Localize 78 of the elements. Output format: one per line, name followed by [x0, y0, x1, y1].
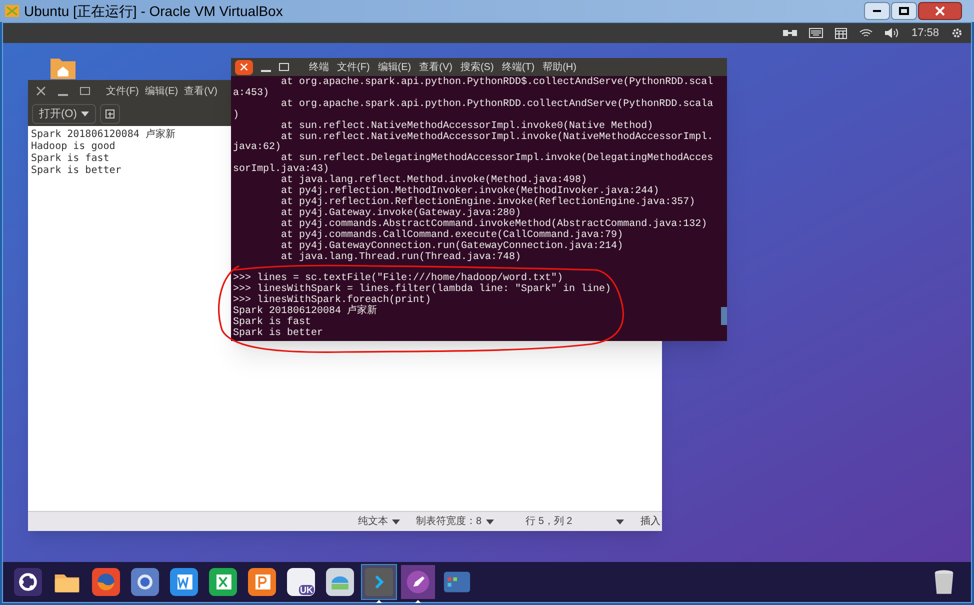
- keyboard-icon[interactable]: [809, 28, 824, 38]
- terminal-line: at sun.reflect.NativeMethodAccessorImpl.invoke(NativeMethodAccessorImpl.: [280, 132, 714, 144]
- tab-width-dropdown[interactable]: 制表符宽度：8: [416, 514, 494, 529]
- terminal-line: at py4j.GatewayConnection.run(GatewayConnection.java:214): [280, 242, 624, 252]
- new-document-icon: [104, 109, 115, 119]
- text-line: Spark is better: [31, 165, 122, 177]
- terminal-line: at org.apache.spark.api.python.PythonRDD.collectAndServe(PythonRDD.scala: [280, 100, 714, 111]
- terminal-line: Spark is fast: [233, 318, 312, 328]
- spreadsheet-x-icon[interactable]: [209, 568, 237, 596]
- terminal-line: at java.lang.reflect.Method.invoke(Method.java:498): [280, 176, 588, 186]
- terminal-line: a:453): [233, 88, 270, 100]
- terminal-line: >>> linesWithSpark = lines.filter(lambda line: "Spark" in line): [233, 285, 612, 296]
- running-indicator: [415, 600, 421, 603]
- cursor-position: 行 5，列 2: [526, 515, 572, 529]
- text-line: Spark is fast: [31, 153, 110, 165]
- slides-p-icon[interactable]: [248, 568, 276, 596]
- menu-item[interactable]: 编辑(E): [378, 60, 412, 74]
- shopping-bag-icon[interactable]: UK: [287, 568, 315, 596]
- terminal-line: at py4j.reflection.MethodInvoker.invoke(MethodInvoker.java:244): [280, 187, 660, 198]
- menu-item[interactable]: 终端(T): [502, 60, 535, 74]
- wifi-icon[interactable]: [859, 28, 874, 38]
- caret-icon: [80, 111, 89, 117]
- caret-icon: [392, 518, 400, 524]
- scanner-icon[interactable]: [326, 568, 354, 596]
- menu-item[interactable]: 查看(V): [184, 84, 218, 98]
- window-title: Ubuntu [正在运行] - Oracle VM VirtualBox: [24, 2, 283, 21]
- close-icon: [935, 6, 945, 16]
- icon-label: UK: [299, 585, 314, 595]
- clock[interactable]: 17:58: [911, 24, 939, 42]
- maximize-icon[interactable]: [80, 87, 90, 95]
- close-button[interactable]: [918, 2, 962, 20]
- menu-item[interactable]: 查看(V): [419, 60, 452, 74]
- terminal-line: ): [233, 110, 240, 122]
- ubuntu-logo-icon[interactable]: [14, 568, 42, 596]
- calendar-icon[interactable]: [835, 27, 848, 39]
- close-icon: [240, 63, 248, 71]
- pencil-icon[interactable]: [404, 568, 432, 596]
- menu-item[interactable]: 文件(F): [337, 60, 370, 74]
- minimize-button[interactable]: [864, 2, 890, 20]
- text-line: Hadoop is good: [31, 141, 116, 153]
- menu-item[interactable]: 文件(F): [106, 84, 139, 98]
- text-line: Spark 201806120084 卢家新: [31, 129, 176, 141]
- menu-item[interactable]: 搜索(S): [460, 60, 494, 74]
- menu-item[interactable]: 编辑(E): [144, 84, 178, 98]
- trash-icon[interactable]: [933, 568, 955, 596]
- open-button[interactable]: 打开(O): [32, 104, 96, 124]
- terminal-line: at py4j.reflection.ReflectionEngine.invoke(ReflectionEngine.java:357): [280, 198, 696, 208]
- terminal-line: Spark is better: [233, 328, 324, 340]
- caret-icon: [616, 518, 624, 524]
- volume-icon[interactable]: [885, 28, 900, 38]
- settings-icon[interactable]: [951, 27, 963, 39]
- firefox-icon[interactable]: [92, 568, 120, 596]
- insert-mode: 插入: [640, 514, 660, 529]
- scrollbar-thumb[interactable]: [721, 307, 727, 325]
- menu-item[interactable]: 帮助(H): [542, 60, 576, 74]
- running-indicator: [376, 600, 382, 603]
- caret-icon: [486, 518, 494, 524]
- terminal-line: Spark 201806120084 卢家新: [233, 307, 378, 318]
- terminal-line: at py4j.commands.AbstractCommand.invokeMethod(AbstractCommand.java:132): [280, 220, 708, 230]
- terminal-line: at sun.reflect.DelegatingMethodAccessorImpl.invoke(DelegatingMethodAcces: [281, 154, 714, 164]
- terminal-line: at py4j.commands.CallCommand.execute(CallCommand.java:79): [280, 230, 624, 241]
- terminal-line: sorImpl.java:43): [233, 165, 330, 176]
- terminal-line: at org.apache.spark.api.python.PythonRDD$.collectAndServe(PythonRDD.scal: [280, 78, 714, 89]
- new-document-button[interactable]: [100, 104, 120, 124]
- terminal-line: at java.lang.Thread.run(Thread.java:748): [280, 252, 522, 264]
- terminal-line: at sun.reflect.NativeMethodAccessorImpl.invoke0(Native Method): [280, 122, 654, 132]
- document-w-icon[interactable]: [170, 568, 198, 596]
- browser-globe-icon[interactable]: [131, 568, 159, 596]
- syntax-dropdown[interactable]: 纯文本: [358, 514, 400, 529]
- terminal-line: >>> lines = sc.textFile("File:///home/hadoop/word.txt"): [233, 274, 564, 284]
- editor-text-area[interactable]: Spark 201806120084 卢家新 Hadoop is good Spark is fast Spark is better: [28, 126, 228, 177]
- close-icon[interactable]: [36, 86, 46, 96]
- menu-item[interactable]: 终端: [309, 60, 329, 74]
- terminal-chevron-icon[interactable]: [365, 568, 393, 596]
- terminal-line: at py4j.Gateway.invoke(Gateway.java:280): [280, 208, 522, 219]
- terminal-line: java:62): [233, 143, 282, 154]
- close-button[interactable]: [235, 60, 253, 74]
- maximize-button[interactable]: [891, 2, 917, 20]
